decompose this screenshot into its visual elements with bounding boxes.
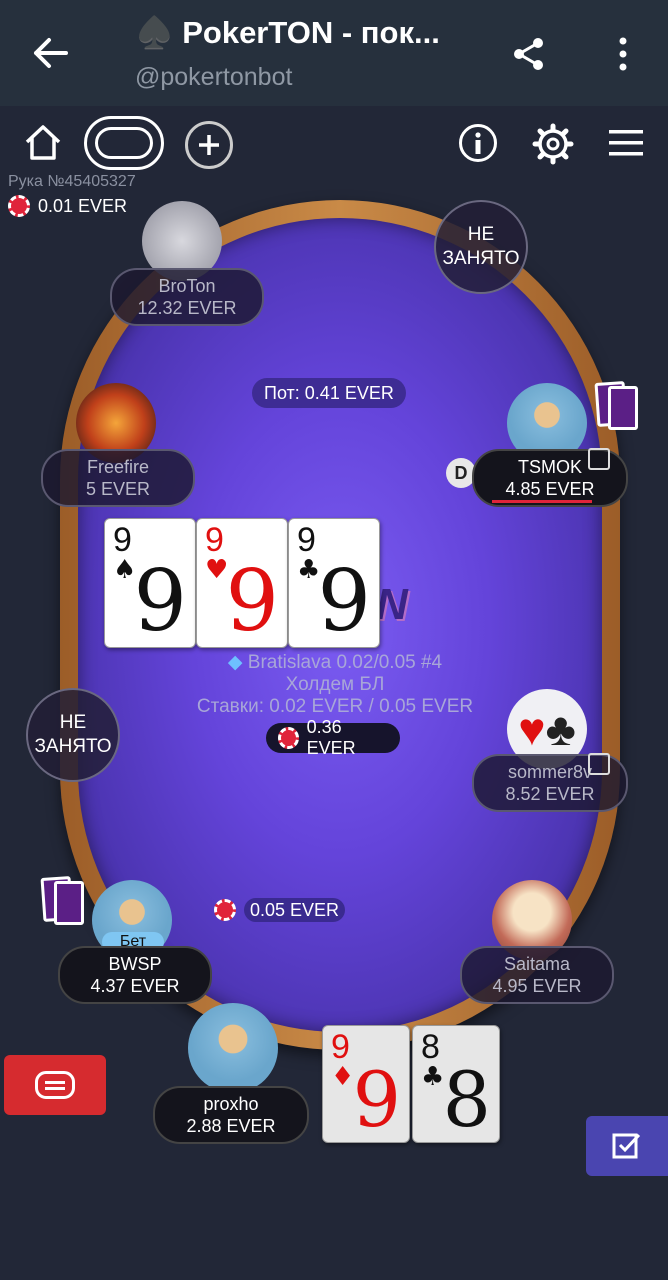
home-icon[interactable] xyxy=(22,122,64,162)
player-stack: 4.85 EVER xyxy=(505,479,595,499)
table-name-row: ◆ Bratislava 0.02/0.05 #4 xyxy=(150,652,520,674)
game-type: Холдем БЛ xyxy=(285,674,385,695)
player-stack: 4.37 EVER xyxy=(90,976,180,996)
community-card-2: 9 ♥ 9 xyxy=(196,518,288,648)
player-plate-proxho: proxho 2.88 EVER xyxy=(153,1086,309,1144)
player-stack: 8.52 EVER xyxy=(505,784,595,804)
community-card-3: 9 ♣ 9 xyxy=(288,518,380,648)
more-vertical-icon[interactable] xyxy=(606,34,640,74)
player-stack: 5 EVER xyxy=(85,479,151,499)
chat-button[interactable] xyxy=(4,1055,106,1115)
community-card-1: 9 ♠ 9 xyxy=(104,518,196,648)
pot-amount: Пот: 0.41 EVER xyxy=(252,378,406,408)
chip-icon xyxy=(278,727,299,749)
checkbox-icon xyxy=(612,1133,641,1159)
player-plate-broton: BroTon 12.32 EVER xyxy=(110,268,264,326)
lobby-toggle-button[interactable] xyxy=(84,116,164,170)
chat-icon xyxy=(35,1071,75,1099)
cards-hidden-icon xyxy=(588,753,610,775)
stakes-info: Ставки: 0.02 EVER / 0.05 EVER xyxy=(196,696,474,717)
back-arrow-icon[interactable] xyxy=(28,32,74,74)
empty-seat-top-right[interactable]: НЕ ЗАНЯТО xyxy=(434,200,528,294)
player-name: TSMOK xyxy=(517,457,582,477)
info-icon[interactable] xyxy=(459,124,497,162)
player-plate-freefire: Freefire 5 EVER xyxy=(41,449,195,507)
check-button[interactable] xyxy=(586,1116,668,1176)
table-info: ◆ Bratislava 0.02/0.05 #4 Холдем БЛ Став… xyxy=(150,652,520,718)
player-stack: 4.95 EVER xyxy=(492,976,582,996)
center-bet: 0.36 EVER xyxy=(266,717,400,758)
player-stack: 12.32 EVER xyxy=(137,298,237,318)
player-name: Saitama xyxy=(503,954,571,974)
player-name: sommer8v xyxy=(507,762,592,782)
player-bet-bwsp: 0.05 EVER xyxy=(214,898,346,922)
cards-hidden-icon xyxy=(588,448,610,470)
player-name: proxho xyxy=(203,1094,259,1114)
player-name: BWSP xyxy=(108,954,162,974)
empty-seat-left[interactable]: НЕ ЗАНЯТО xyxy=(26,688,120,782)
player-name: Freefire xyxy=(86,457,149,477)
share-icon[interactable] xyxy=(508,34,550,74)
bot-username: @pokertonbot xyxy=(135,63,293,91)
ante-info: 0.01 EVER xyxy=(8,195,127,217)
player-stack: 2.88 EVER xyxy=(186,1116,276,1136)
avatar-proxho xyxy=(188,1003,278,1093)
timer-bar xyxy=(492,500,592,503)
chat-title: ♠️ PokerTON - пок... xyxy=(135,15,440,50)
chip-icon xyxy=(8,195,30,217)
player-plate-bwsp: BWSP 4.37 EVER xyxy=(58,946,212,1004)
hero-card-1: 9 ♦ 9 xyxy=(322,1025,410,1143)
player-name: BroTon xyxy=(158,276,216,296)
hero-card-2: 8 ♣ 8 xyxy=(412,1025,500,1143)
telegram-header: ♠️ PokerTON - пок... @pokertonbot xyxy=(0,0,668,106)
ante-amount: 0.01 EVER xyxy=(38,195,128,216)
hand-number: Рука №45405327 xyxy=(8,173,136,190)
table-logo: N xyxy=(376,580,408,629)
diamond-icon: ◆ xyxy=(227,652,243,673)
table-name: Bratislava 0.02/0.05 #4 xyxy=(247,652,443,673)
hamburger-menu-icon[interactable] xyxy=(608,126,644,160)
settings-gear-icon[interactable] xyxy=(531,122,575,166)
chip-icon xyxy=(214,899,236,921)
add-table-icon[interactable] xyxy=(185,121,233,169)
player-plate-saitama: Saitama 4.95 EVER xyxy=(460,946,614,1004)
